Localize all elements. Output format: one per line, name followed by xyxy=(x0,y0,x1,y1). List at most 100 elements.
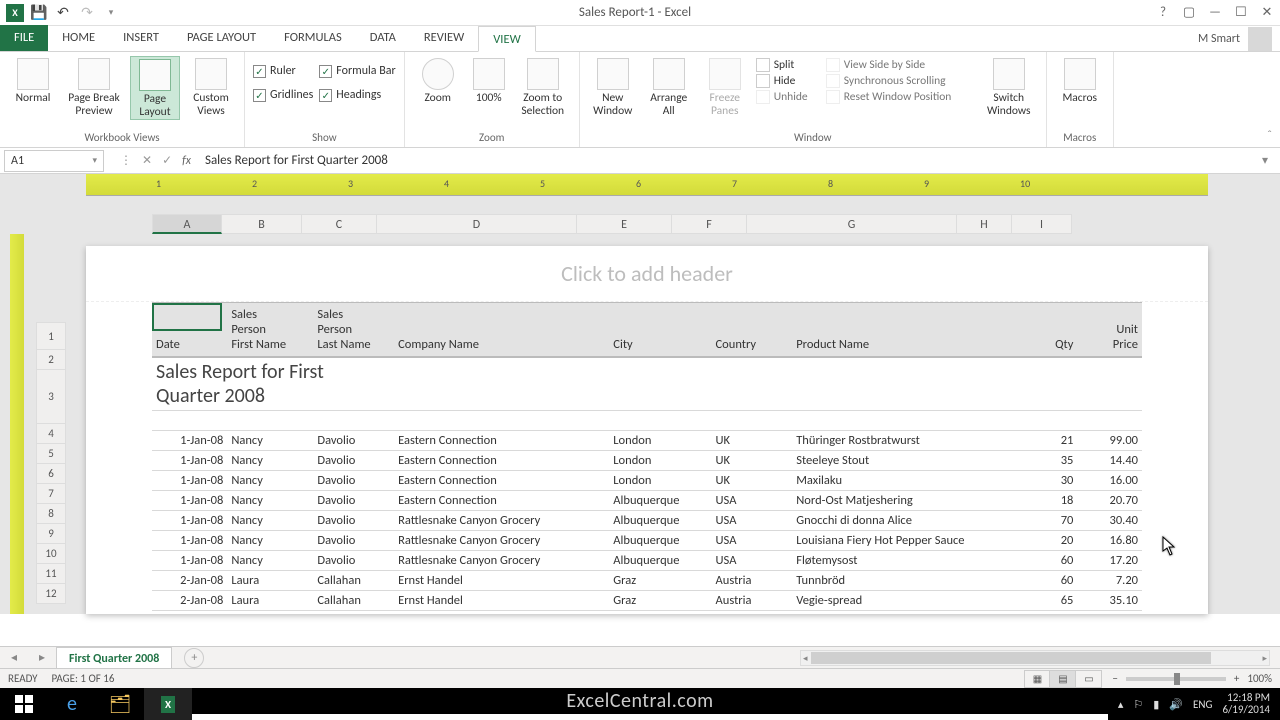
table-header-cell[interactable]: Qty xyxy=(1018,303,1077,358)
table-row[interactable]: 1-Jan-08NancyDavolioRattlesnake Canyon G… xyxy=(152,511,1142,531)
row-header[interactable]: 1 xyxy=(36,322,66,350)
row-header[interactable]: 6 xyxy=(36,464,66,484)
zoom-in-icon[interactable]: + xyxy=(1234,672,1239,685)
table-cell[interactable]: 1-Jan-08 xyxy=(152,551,227,571)
custom-views-button[interactable]: Custom Views xyxy=(186,56,236,118)
table-header-cell[interactable]: Sales Person Last Name xyxy=(313,303,394,358)
sheet-tab[interactable]: First Quarter 2008 xyxy=(56,647,172,669)
table-cell[interactable]: 65 xyxy=(1018,591,1077,611)
table-header-cell[interactable]: Country xyxy=(712,303,793,358)
start-button-icon[interactable] xyxy=(0,688,48,720)
table-cell[interactable]: Gnocchi di donna Alice xyxy=(792,511,1018,531)
tray-sound-icon[interactable]: 🔊 xyxy=(1169,698,1183,711)
qat-dropdown-icon[interactable]: ▾ xyxy=(102,4,120,22)
table-cell[interactable]: Nancy xyxy=(227,511,313,531)
row-header[interactable]: 4 xyxy=(36,424,66,444)
table-cell[interactable]: Davolio xyxy=(313,431,394,451)
table-cell[interactable]: 2-Jan-08 xyxy=(152,571,227,591)
table-cell[interactable]: Ernst Handel xyxy=(394,571,609,591)
new-sheet-button[interactable]: + xyxy=(184,648,204,668)
table-row[interactable]: 2-Jan-08LauraCallahanErnst HandelGrazAus… xyxy=(152,591,1142,611)
table-cell[interactable]: London xyxy=(609,451,711,471)
zoom-slider[interactable] xyxy=(1126,677,1226,681)
table-cell[interactable]: Albuquerque xyxy=(609,491,711,511)
table-cell[interactable]: 2-Jan-08 xyxy=(152,591,227,611)
sheet-nav-prev-icon[interactable]: ◂ xyxy=(0,650,28,665)
tab-data[interactable]: DATA xyxy=(356,25,410,51)
column-header[interactable]: D xyxy=(377,214,577,234)
table-cell[interactable]: 14.40 xyxy=(1077,451,1142,471)
ie-icon[interactable]: e xyxy=(48,688,96,720)
tab-review[interactable]: REVIEW xyxy=(410,25,478,51)
minimize-icon[interactable]: — xyxy=(1202,0,1228,26)
formula-bar-checkbox[interactable]: ✓Formula Bar xyxy=(319,64,395,78)
maximize-icon[interactable]: ☐ xyxy=(1228,0,1254,26)
save-icon[interactable]: 💾 xyxy=(30,4,48,22)
column-header[interactable]: I xyxy=(1012,214,1072,234)
column-header[interactable]: B xyxy=(222,214,302,234)
redo-icon[interactable]: ↷ xyxy=(78,4,96,22)
table-cell[interactable]: 1-Jan-08 xyxy=(152,491,227,511)
tab-insert[interactable]: INSERT xyxy=(109,25,173,51)
table-cell[interactable]: Albuquerque xyxy=(609,531,711,551)
file-explorer-icon[interactable]: 🗂 xyxy=(96,688,144,720)
table-cell[interactable]: Fløtemysost xyxy=(792,551,1018,571)
table-cell[interactable]: Davolio xyxy=(313,531,394,551)
table-row[interactable]: 1-Jan-08NancyDavolioEastern ConnectionAl… xyxy=(152,491,1142,511)
zoom-100-button[interactable]: 100% xyxy=(469,56,509,105)
new-window-button[interactable]: New Window xyxy=(588,56,638,118)
table-cell[interactable]: Thüringer Rostbratwurst xyxy=(792,431,1018,451)
table-cell[interactable]: Rattlesnake Canyon Grocery xyxy=(394,511,609,531)
ribbon-display-icon[interactable]: ▢ xyxy=(1176,0,1202,26)
column-header[interactable]: G xyxy=(747,214,957,234)
table-cell[interactable]: 1-Jan-08 xyxy=(152,471,227,491)
tray-network-icon[interactable]: ▮ xyxy=(1153,698,1159,711)
page-break-view-icon[interactable]: ▭ xyxy=(1076,670,1102,688)
zoom-button[interactable]: Zoom xyxy=(413,56,463,105)
table-cell[interactable]: 60 xyxy=(1018,551,1077,571)
table-cell[interactable]: Davolio xyxy=(313,551,394,571)
table-cell[interactable]: 7.20 xyxy=(1077,571,1142,591)
table-cell[interactable]: 1-Jan-08 xyxy=(152,451,227,471)
table-cell[interactable]: Ernst Handel xyxy=(394,591,609,611)
table-cell[interactable]: 18 xyxy=(1018,491,1077,511)
table-cell[interactable]: Eastern Connection xyxy=(394,431,609,451)
table-row[interactable]: 1-Jan-08NancyDavolioEastern ConnectionLo… xyxy=(152,471,1142,491)
table-cell[interactable]: 21 xyxy=(1018,431,1077,451)
table-cell[interactable]: Rattlesnake Canyon Grocery xyxy=(394,531,609,551)
worksheet-area[interactable]: 12345678910 ABCDEFGHI Click to add heade… xyxy=(0,174,1280,614)
table-cell[interactable]: 1-Jan-08 xyxy=(152,431,227,451)
close-icon[interactable]: ✕ xyxy=(1254,0,1280,26)
row-header[interactable]: 12 xyxy=(36,584,66,604)
column-header[interactable]: F xyxy=(672,214,747,234)
table-cell[interactable]: USA xyxy=(712,551,793,571)
tray-up-icon[interactable]: ▴ xyxy=(1118,698,1124,711)
table-cell[interactable]: 1-Jan-08 xyxy=(152,511,227,531)
table-cell[interactable]: Tunnbröd xyxy=(792,571,1018,591)
row-header[interactable]: 7 xyxy=(36,484,66,504)
normal-view-button[interactable]: Normal xyxy=(8,56,58,105)
name-box[interactable]: A1▾ xyxy=(4,150,104,172)
table-cell[interactable]: Eastern Connection xyxy=(394,451,609,471)
table-header-cell[interactable]: Product Name xyxy=(792,303,1018,358)
tray-flag-icon[interactable]: ⚐ xyxy=(1133,698,1143,711)
table-cell[interactable]: Davolio xyxy=(313,451,394,471)
table-header-cell[interactable]: Unit Price xyxy=(1077,303,1142,358)
table-cell[interactable]: Callahan xyxy=(313,591,394,611)
row-header[interactable]: 2 xyxy=(36,350,66,370)
tab-view[interactable]: VIEW xyxy=(478,26,535,52)
table-cell[interactable]: 1-Jan-08 xyxy=(152,531,227,551)
arrange-all-button[interactable]: Arrange All xyxy=(644,56,694,118)
table-cell[interactable]: UK xyxy=(712,451,793,471)
headings-checkbox[interactable]: ✓Headings xyxy=(319,88,395,102)
table-cell[interactable]: 20.70 xyxy=(1077,491,1142,511)
freeze-panes-button[interactable]: Freeze Panes xyxy=(700,56,750,118)
table-cell[interactable]: UK xyxy=(712,471,793,491)
row-header[interactable]: 8 xyxy=(36,504,66,524)
row-header[interactable]: 10 xyxy=(36,544,66,564)
zoom-to-selection-button[interactable]: Zoom to Selection xyxy=(515,56,571,118)
column-header[interactable]: A xyxy=(152,214,222,234)
table-cell[interactable]: Eastern Connection xyxy=(394,491,609,511)
table-cell[interactable]: Maxilaku xyxy=(792,471,1018,491)
table-cell[interactable]: Davolio xyxy=(313,491,394,511)
